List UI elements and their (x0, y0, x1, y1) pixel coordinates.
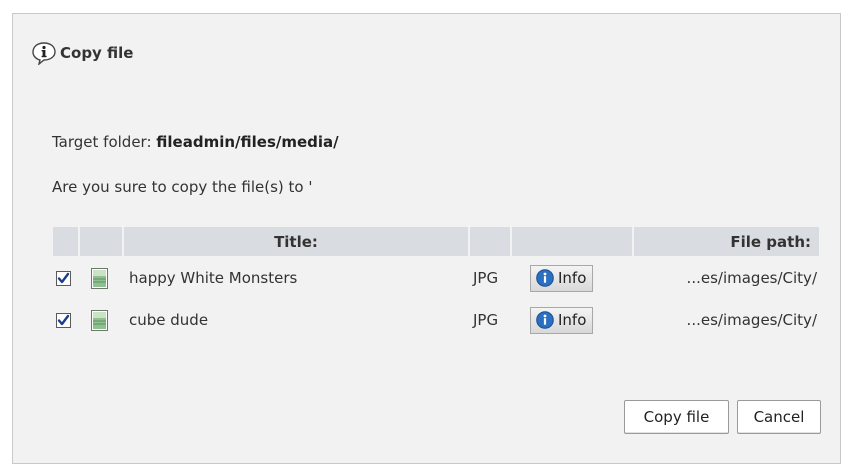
checkmark-icon (57, 314, 70, 326)
image-file-icon (91, 309, 108, 331)
file-path: ...es/images/City/ (686, 269, 817, 287)
info-button-label: Info (558, 269, 587, 287)
table-row: cube dude JPG Info ...es/images/City/ (53, 300, 819, 340)
file-checkbox[interactable] (56, 271, 71, 286)
info-button[interactable]: Info (530, 264, 594, 292)
info-button-label: Info (558, 311, 587, 329)
header-file-path: File path: (634, 227, 819, 256)
info-icon (536, 311, 554, 329)
file-type: JPG (473, 269, 499, 287)
info-bubble-icon (32, 42, 56, 65)
checkmark-icon (57, 272, 70, 284)
header-checkbox-col (53, 227, 78, 256)
header-type-col (470, 227, 510, 256)
header-info-col (512, 227, 632, 256)
info-icon (536, 269, 554, 287)
dialog-header: Copy file (31, 41, 133, 65)
target-folder-label: Target folder: (52, 133, 152, 151)
header-icon-col (80, 227, 122, 256)
image-file-icon (91, 267, 108, 289)
file-type: JPG (473, 311, 499, 329)
file-title: cube dude (129, 311, 209, 329)
target-folder-path: fileadmin/files/media/ (156, 133, 339, 151)
target-folder-line: Target folder: fileadmin/files/media/ (52, 133, 339, 151)
file-title: happy White Monsters (129, 269, 298, 287)
confirm-question: Are you sure to copy the file(s) to ' (52, 178, 313, 196)
table-row: happy White Monsters JPG Info ...es/imag… (53, 258, 819, 298)
file-checkbox[interactable] (56, 313, 71, 328)
file-path: ...es/images/City/ (686, 311, 817, 329)
copy-file-dialog: Copy file Target folder: fileadmin/files… (12, 13, 841, 464)
info-button[interactable]: Info (530, 306, 594, 334)
cancel-button[interactable]: Cancel (737, 400, 821, 434)
header-title: Title: (124, 227, 468, 256)
copy-file-button[interactable]: Copy file (624, 400, 729, 434)
table-header-row: Title: File path: (53, 227, 819, 256)
dialog-title: Copy file (60, 44, 134, 62)
files-table: Title: File path: happy White Monsters J… (51, 225, 821, 342)
